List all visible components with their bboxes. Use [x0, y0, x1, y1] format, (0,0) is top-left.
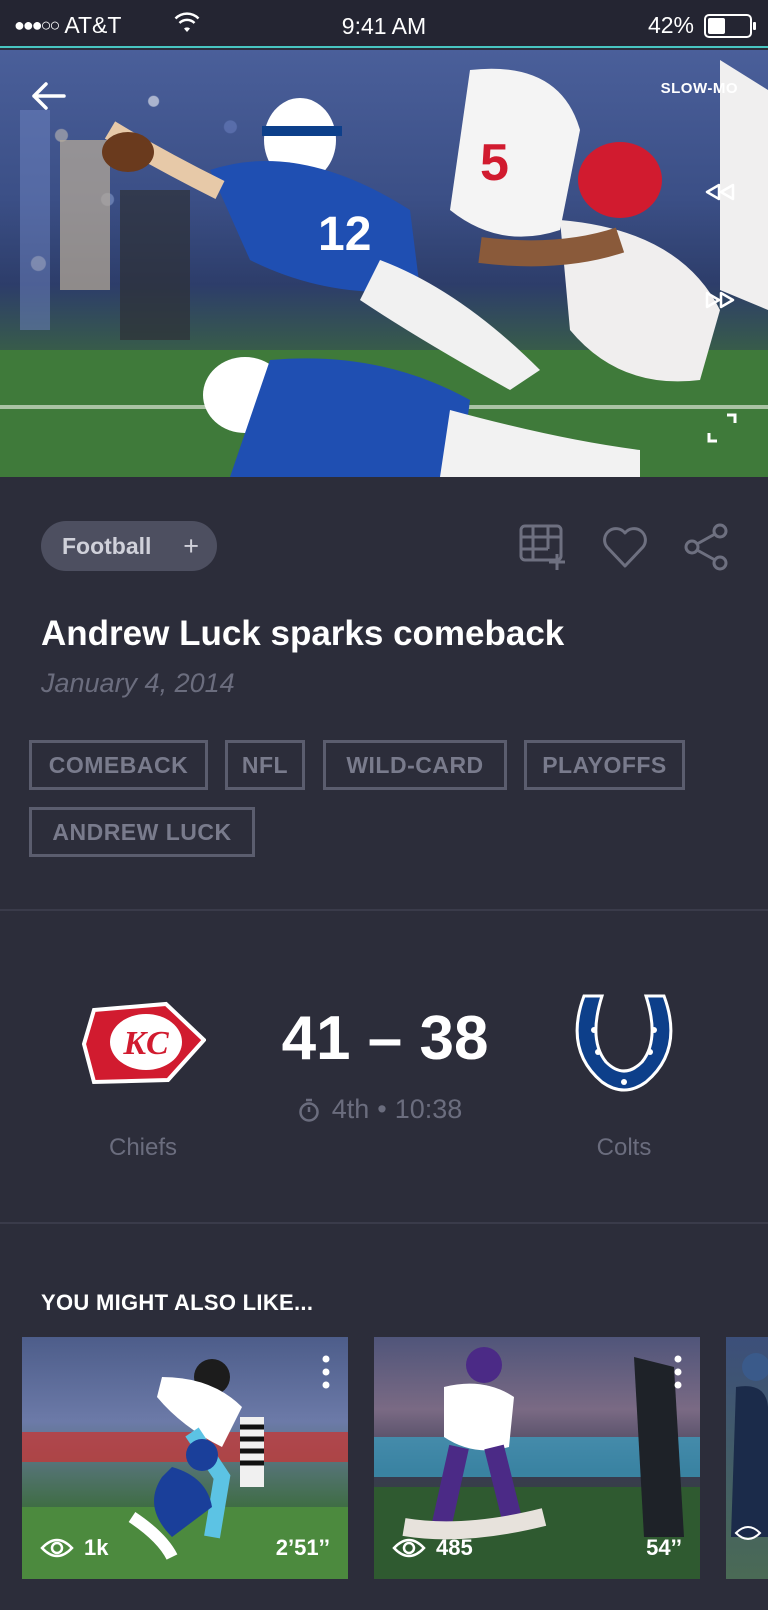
fast-forward-button[interactable]	[702, 286, 738, 314]
divider	[0, 909, 768, 911]
eye-icon	[392, 1538, 426, 1558]
tag-comeback[interactable]: COMEBACK	[29, 740, 208, 790]
status-bar: ●●●○○ AT&T 9:41 AM 42%	[0, 0, 768, 48]
period-separator: •	[377, 1094, 387, 1124]
tag-andrew-luck[interactable]: ANDREW LUCK	[29, 807, 255, 857]
share-icon	[684, 523, 728, 571]
fullscreen-button[interactable]	[704, 410, 740, 446]
view-count-value: 485	[436, 1535, 473, 1560]
back-arrow-icon	[32, 82, 66, 110]
battery-status: 42%	[647, 12, 756, 39]
score: 41 – 38	[281, 1004, 489, 1073]
rewind-icon	[705, 183, 735, 201]
recommendation-card[interactable]: 485 54’’	[374, 1337, 700, 1579]
add-to-collection-button[interactable]	[518, 522, 568, 572]
svg-text:5: 5	[480, 134, 509, 192]
add-to-collection-icon	[519, 524, 565, 570]
jersey-number: 12	[318, 208, 371, 261]
view-count: 1k	[40, 1535, 108, 1561]
chip-label: Football	[62, 532, 152, 559]
battery-icon	[704, 13, 756, 38]
battery-percent: 42%	[647, 12, 694, 38]
rewind-button[interactable]	[702, 178, 738, 206]
colts-logo	[575, 994, 673, 1092]
tag-nfl[interactable]: NFL	[225, 740, 305, 790]
more-vertical-icon[interactable]	[674, 1355, 682, 1389]
video-title: Andrew Luck sparks comeback	[41, 614, 565, 653]
recommendation-card[interactable]: 1k 2’51’’	[22, 1337, 348, 1579]
sport-category-chip[interactable]: Football +	[41, 521, 217, 571]
view-count-value: 1k	[84, 1535, 109, 1560]
plus-icon: +	[183, 531, 199, 561]
away-team-name[interactable]: Colts	[544, 1134, 704, 1162]
eye-icon	[40, 1538, 74, 1558]
video-duration: 54’’	[646, 1535, 682, 1560]
stopwatch-icon	[298, 1098, 319, 1122]
tag-playoffs[interactable]: PLAYOFFS	[524, 740, 685, 790]
more-vertical-icon[interactable]	[322, 1355, 330, 1389]
game-clock: 4th • 10:38	[280, 1094, 480, 1125]
view-count: 485	[392, 1535, 473, 1561]
chiefs-logo-text: KC	[122, 1025, 169, 1062]
home-team-name[interactable]: Chiefs	[63, 1134, 223, 1162]
game-period: 4th	[331, 1094, 370, 1124]
game-time: 10:38	[394, 1094, 463, 1124]
favorite-button[interactable]	[600, 522, 650, 572]
divider	[0, 1222, 768, 1224]
share-button[interactable]	[682, 522, 732, 572]
section-title: YOU MIGHT ALSO LIKE...	[41, 1290, 314, 1315]
slowmo-button[interactable]: SLOW-MO	[661, 80, 738, 97]
recommendation-card-partial[interactable]	[726, 1337, 768, 1579]
video-frame: 12 5	[0, 60, 768, 477]
tag-wild-card[interactable]: WILD-CARD	[323, 740, 507, 790]
expand-icon	[707, 413, 737, 443]
video-player[interactable]: 12 5 SLOW-MO	[0, 50, 768, 477]
heart-icon	[603, 527, 647, 568]
chiefs-logo: KC	[81, 1001, 206, 1085]
back-button[interactable]	[28, 76, 68, 116]
fast-forward-icon	[705, 291, 735, 309]
video-date: January 4, 2014	[41, 668, 235, 698]
video-duration: 2’51’’	[275, 1535, 330, 1560]
video-thumbnail	[731, 1353, 768, 1540]
